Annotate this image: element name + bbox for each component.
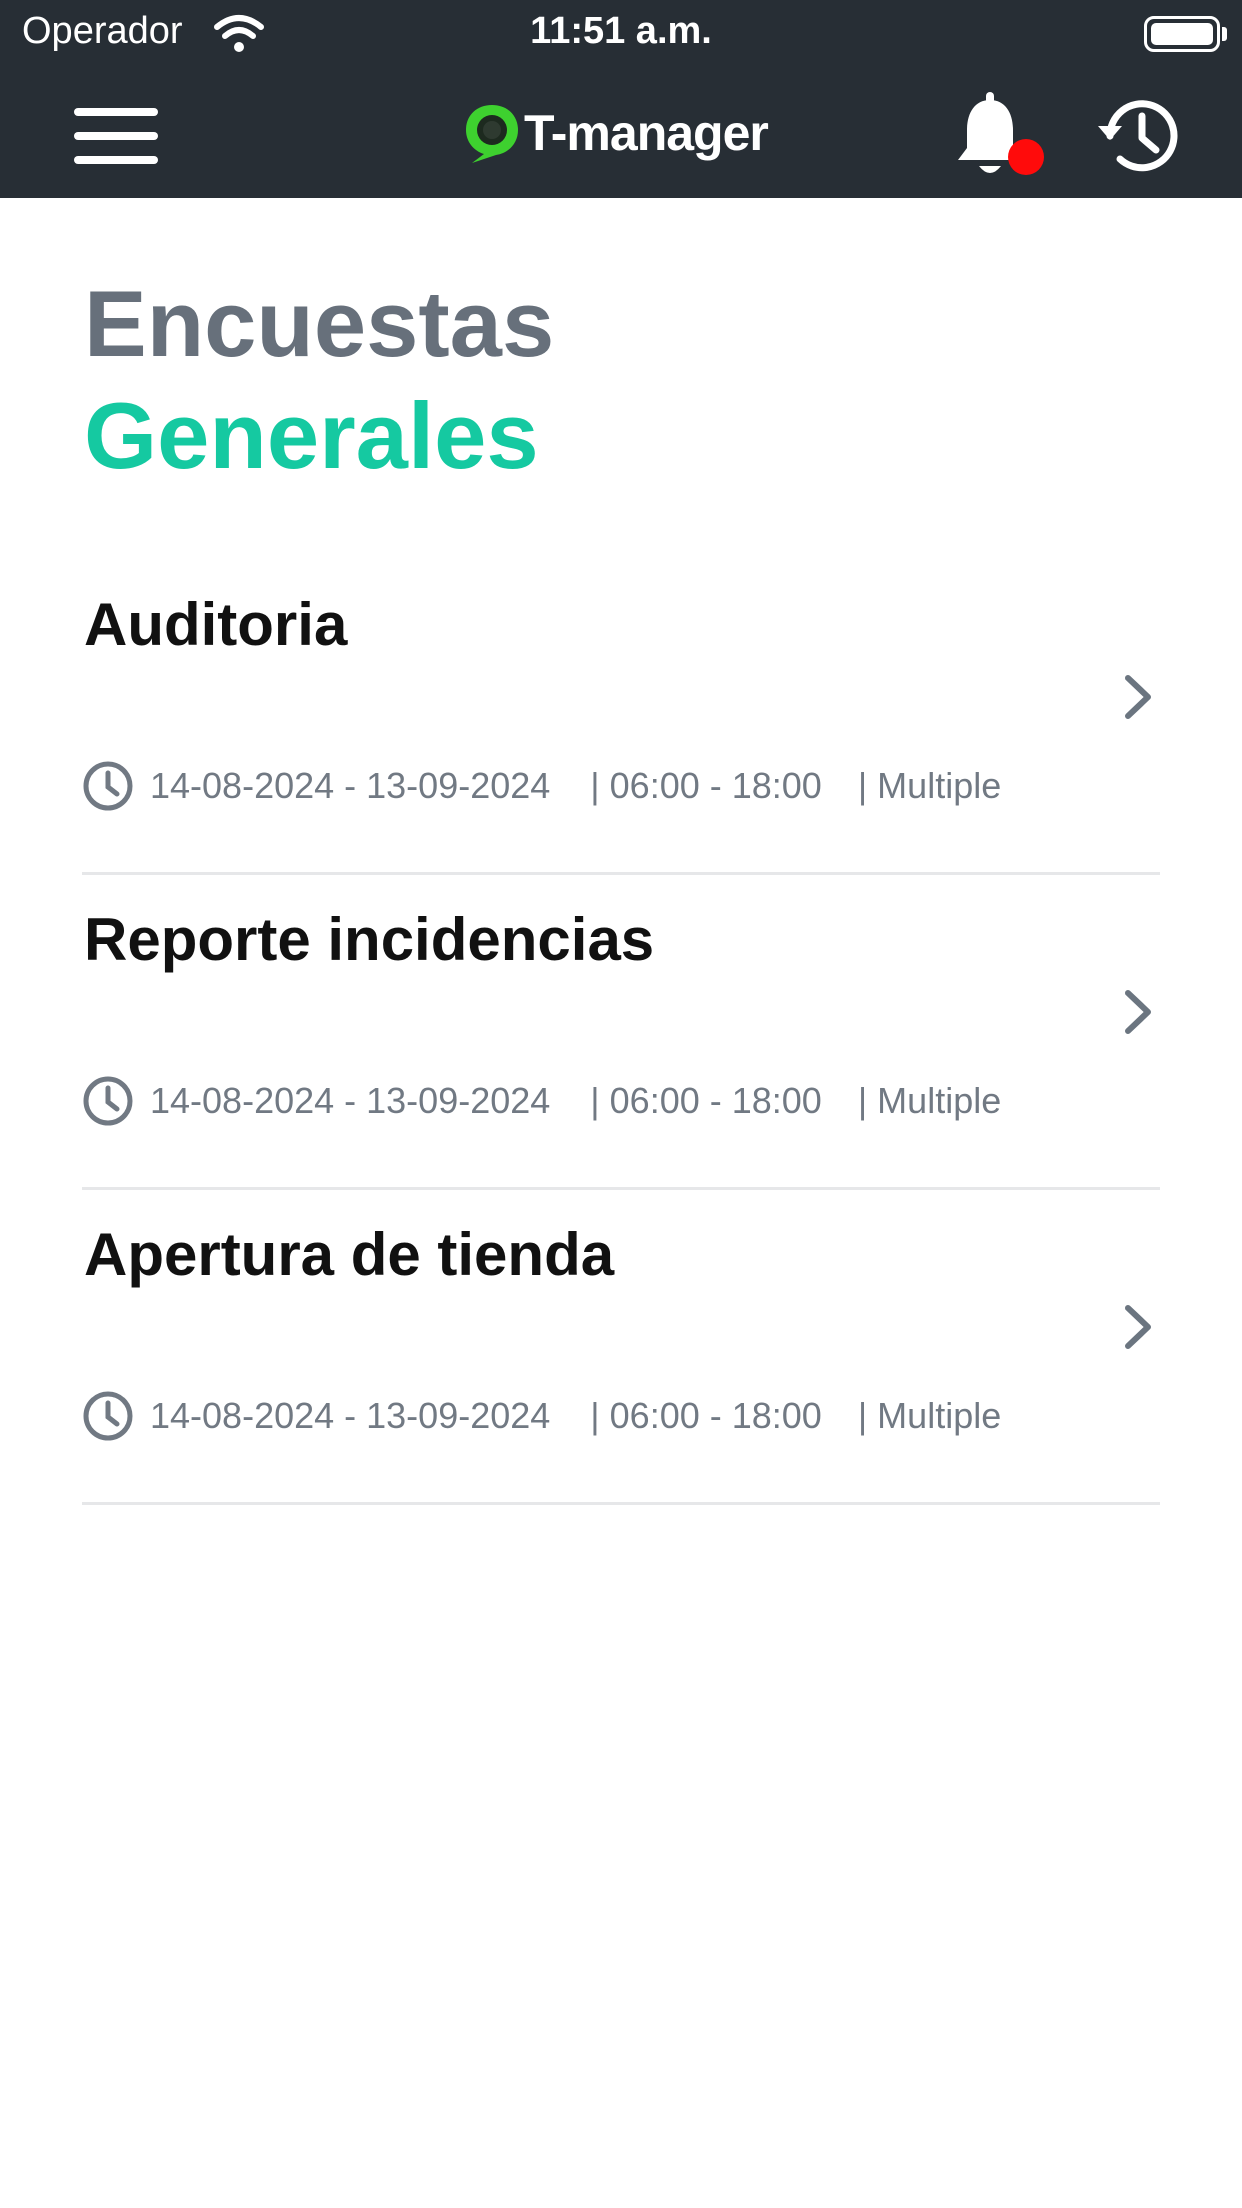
survey-hours: | 06:00 - 18:00: [590, 1080, 822, 1121]
app-header: Operador 11:51 a.m. T-manager: [0, 0, 1242, 198]
survey-date-range: 14-08-2024 - 13-09-2024: [150, 1395, 551, 1436]
status-bar: Operador 11:51 a.m.: [0, 0, 1242, 68]
app-logo: T-manager: [462, 98, 769, 168]
page-title: Encuestas Generales: [84, 268, 554, 492]
page-title-line1: Encuestas: [84, 271, 555, 376]
survey-date-range: 14-08-2024 - 13-09-2024: [150, 765, 551, 806]
survey-item-reporte-incidencias[interactable]: Reporte incidencias 14-08-2024 - 13-09-2…: [82, 875, 1160, 1190]
battery-icon: [1144, 16, 1220, 52]
survey-date-range: 14-08-2024 - 13-09-2024: [150, 1080, 551, 1121]
clock-icon: [83, 761, 133, 811]
survey-title: Auditoria: [84, 591, 348, 658]
survey-hours: | 06:00 - 18:00: [590, 765, 822, 806]
notification-badge: [1008, 139, 1044, 175]
navigation-bar: T-manager: [0, 68, 1242, 198]
logo-pin-icon: [466, 105, 518, 163]
survey-meta: 14-08-2024 - 13-09-2024 | 06:00 - 18:00 …: [82, 1075, 1001, 1127]
survey-item-apertura-de-tienda[interactable]: Apertura de tienda 14-08-2024 - 13-09-20…: [82, 1190, 1160, 1505]
menu-button[interactable]: [66, 96, 166, 176]
menu-icon-bar: [74, 156, 158, 164]
battery-cap: [1222, 27, 1227, 41]
status-time: 11:51 a.m.: [530, 10, 712, 52]
survey-frequency: | Multiple: [857, 1080, 1002, 1121]
clock-icon: [83, 1076, 133, 1126]
survey-hours: | 06:00 - 18:00: [590, 1395, 822, 1436]
survey-frequency: | Multiple: [857, 1395, 1002, 1436]
survey-title: Reporte incidencias: [84, 906, 655, 973]
survey-frequency: | Multiple: [857, 765, 1002, 806]
logo-text: T-manager: [524, 105, 769, 161]
page-title-line2: Generales: [84, 383, 539, 488]
survey-meta: 14-08-2024 - 13-09-2024 | 06:00 - 18:00 …: [82, 760, 1001, 812]
menu-icon-bar: [74, 132, 158, 140]
menu-icon-bar: [74, 108, 158, 116]
chevron-right-icon: [1125, 1305, 1151, 1349]
survey-item-auditoria[interactable]: Auditoria 14-08-2024 - 13-09-2024 | 06:0…: [82, 560, 1160, 875]
history-icon[interactable]: [1094, 90, 1186, 182]
clock-icon: [83, 1391, 133, 1441]
survey-list: Auditoria 14-08-2024 - 13-09-2024 | 06:0…: [82, 560, 1160, 1505]
chevron-right-icon: [1125, 990, 1151, 1034]
chevron-right-icon: [1125, 675, 1151, 719]
survey-title: Apertura de tienda: [84, 1221, 615, 1288]
survey-meta: 14-08-2024 - 13-09-2024 | 06:00 - 18:00 …: [82, 1390, 1001, 1442]
